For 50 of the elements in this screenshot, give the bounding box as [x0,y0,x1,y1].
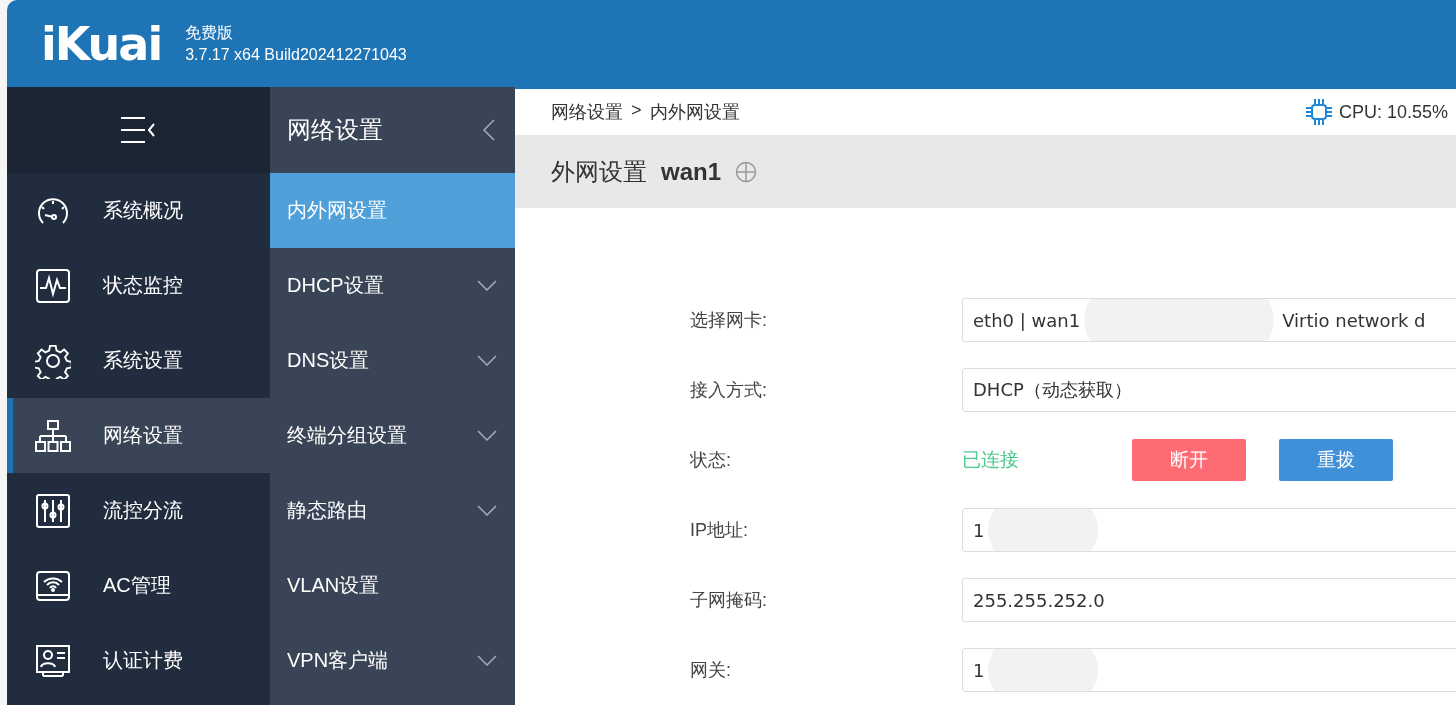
submenu-item[interactable]: 终端分组设置 [270,398,515,473]
cpu-usage: CPU: 10.55% [1338,101,1448,123]
chevron-down-icon [477,355,497,366]
field-label: 状态: [690,449,732,472]
nav-item[interactable]: AC管理 [7,548,270,623]
add-circle-icon[interactable] [735,160,758,183]
interface-name: wan1 [661,157,722,186]
cpu-chip-icon [1304,98,1333,126]
submenu-item[interactable]: DHCP设置 [270,248,515,323]
breadcrumb-item[interactable]: 内外网设置 [649,100,740,124]
nav-item[interactable]: 系统设置 [7,323,270,398]
nav-item[interactable]: 系统概况 [7,173,270,248]
chevron-down-icon [477,655,497,666]
network-topology-icon [35,418,71,453]
status-text: 已连接 [962,448,1020,472]
field-label: 选择网卡: [690,309,768,332]
chevron-down-icon [477,430,497,441]
breadcrumb-item[interactable]: > [631,100,642,124]
nav-item[interactable]: 状态监控 [7,248,270,323]
version-label: 3.7.17 x64 Build202412271043 [185,46,407,64]
input-field[interactable]: 1 [962,508,1456,552]
submenu-item[interactable]: VPN客户端 [270,623,515,698]
edition-label: 免费版 [185,23,235,43]
sliders-icon [35,492,71,529]
id-card-icon [35,643,71,678]
nav-item[interactable]: 认证计费 [7,623,270,698]
section-title: 外网设置 [551,156,647,187]
submenu-title: 网络设置 [287,115,383,145]
pulse-monitor-icon [35,267,71,304]
logo: iKuai [41,20,162,67]
input-field[interactable]: 1 [962,648,1456,692]
nav-item[interactable]: 网络设置 [7,398,270,473]
input-field[interactable]: eth0 | wan1 Virtio network d [962,298,1456,342]
field-label: 接入方式: [690,379,768,402]
input-field[interactable]: 255.255.252.0 [962,578,1456,622]
chevron-down-icon [477,505,497,516]
settings-icon [35,342,71,379]
menu-collapse-icon[interactable] [119,116,158,144]
input-field[interactable]: DHCP（动态获取） [962,368,1456,412]
field-label: 子网掩码: [690,589,768,612]
submenu-item[interactable]: 静态路由 [270,473,515,548]
submenu-item[interactable]: VLAN设置 [270,548,515,623]
chevron-left-icon[interactable] [483,119,495,141]
breadcrumb-item[interactable]: 网络设置 [551,100,623,124]
field-label: IP地址: [690,519,749,542]
chevron-down-icon [477,280,497,291]
submenu-item[interactable]: DNS设置 [270,323,515,398]
field-label: 网关: [690,659,732,682]
wifi-device-icon [35,569,71,602]
nav-item[interactable]: 流控分流 [7,473,270,548]
